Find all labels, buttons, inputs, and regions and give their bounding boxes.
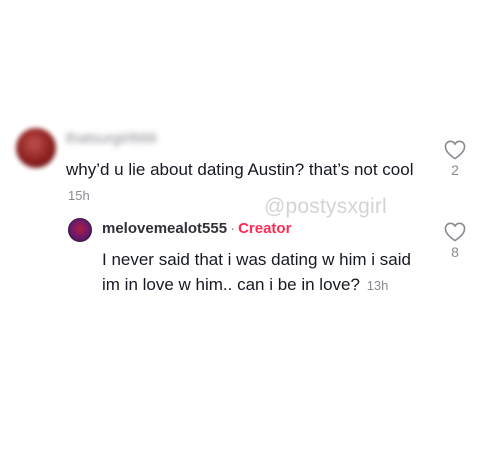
avatar[interactable] [68, 218, 92, 242]
comment-timestamp: 15h [68, 188, 90, 203]
like-button[interactable]: 8 [443, 222, 467, 260]
avatar[interactable] [16, 128, 56, 168]
reply-text: I never said that i was dating w him i s… [102, 250, 411, 294]
separator-dot: · [230, 220, 236, 237]
comment-text: why’d u lie about dating Austin? that’s … [66, 160, 414, 179]
creator-badge: Creator [238, 220, 292, 237]
reply-item: melovemealot555 · Creator I never said tha… [68, 214, 476, 324]
reply-username[interactable]: melovemealot555 [102, 220, 227, 237]
heart-outline-icon [444, 140, 466, 160]
like-button[interactable]: 2 [443, 140, 467, 178]
heart-outline-icon [444, 222, 466, 242]
reply-text-block: I never said that i was dating w him i s… [102, 247, 422, 298]
comment-item: thatsurgirl666 why’d u lie about dating … [16, 124, 476, 214]
reply-header: melovemealot555 · Creator [102, 220, 291, 237]
like-count: 2 [451, 162, 459, 178]
reply-timestamp: 13h [366, 278, 389, 293]
like-count: 8 [451, 244, 459, 260]
comment-username[interactable]: thatsurgirl666 [66, 130, 157, 147]
